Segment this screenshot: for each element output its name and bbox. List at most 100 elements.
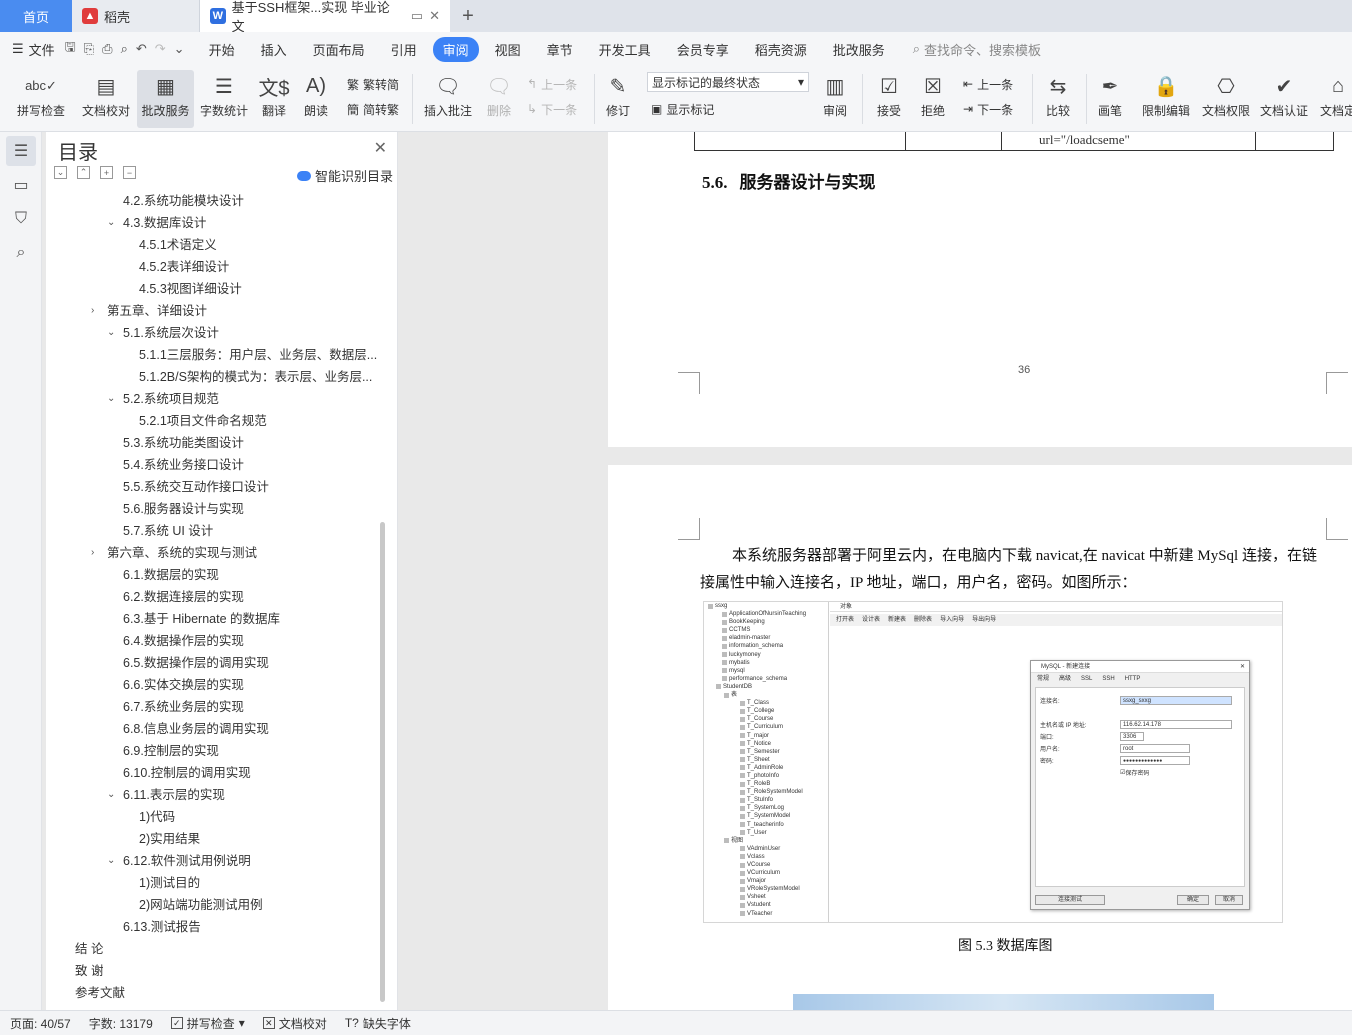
- chevron-down-icon[interactable]: ⌄: [107, 784, 115, 806]
- review-pane-button[interactable]: ▥ 审阅: [816, 70, 854, 128]
- chapter-nav-icon[interactable]: ▭: [6, 170, 36, 200]
- toc-item[interactable]: ⌄ 4.3.数据库设计: [46, 212, 382, 234]
- insert-comment-button[interactable]: 🗨 插入批注: [422, 70, 474, 128]
- menu-member[interactable]: 会员专享: [667, 37, 739, 62]
- toc-item[interactable]: 5.6.服务器设计与实现: [46, 498, 382, 520]
- track-changes-button[interactable]: ✎ 修订: [600, 70, 636, 128]
- delete-comment-button[interactable]: 🗨 删除: [480, 70, 518, 128]
- chevron-down-icon[interactable]: ⌄: [107, 212, 115, 234]
- simp-to-trad-button[interactable]: 簡 简转繁: [347, 98, 399, 120]
- toc-item[interactable]: 6.10.控制层的调用实现: [46, 762, 382, 784]
- menu-review[interactable]: 审阅: [432, 36, 479, 62]
- chevron-right-icon[interactable]: ›: [91, 300, 94, 322]
- menu-start[interactable]: 开始: [199, 37, 245, 62]
- preview-icon[interactable]: ⌕: [121, 41, 128, 57]
- menu-chapter[interactable]: 章节: [537, 37, 583, 62]
- menu-view[interactable]: 视图: [485, 37, 531, 62]
- next-change-button[interactable]: ⇥ 下一条: [963, 98, 1013, 120]
- toc-item[interactable]: 6.6.实体交换层的实现: [46, 674, 382, 696]
- toc-item[interactable]: 1)测试目的: [46, 872, 382, 894]
- toc-item[interactable]: 参考文献: [46, 982, 382, 1004]
- word-count-button[interactable]: ☰ 字数统计: [198, 70, 250, 128]
- missing-font-status[interactable]: T? 缺失字体: [345, 1015, 411, 1032]
- bookmark-icon[interactable]: ⛉: [6, 204, 36, 234]
- translate-button[interactable]: 文$ 翻译: [255, 70, 293, 128]
- toc-item[interactable]: › 第五章、详细设计: [46, 300, 382, 322]
- new-tab-button[interactable]: +: [450, 0, 486, 32]
- markup-state-select[interactable]: 显示标记的最终状态 ▾: [647, 72, 809, 92]
- toc-item[interactable]: 1)代码: [46, 806, 382, 828]
- undo-icon[interactable]: ↶: [136, 41, 147, 57]
- export-icon[interactable]: ⎘: [84, 41, 94, 57]
- toc-item[interactable]: ⌄ 6.11.表示层的实现: [46, 784, 382, 806]
- toc-item[interactable]: 结 论: [46, 938, 382, 960]
- restrict-edit-button[interactable]: 🔒 限制编辑: [1140, 70, 1192, 128]
- doc-proof-button[interactable]: ▤ 文档校对: [78, 70, 134, 128]
- collapse-all-icon[interactable]: ⌄: [54, 166, 67, 179]
- toc-item[interactable]: 6.1.数据层的实现: [46, 564, 382, 586]
- command-search[interactable]: ⌕ 查找命令、搜索模板: [913, 40, 1041, 59]
- pen-button[interactable]: ✒ 画笔: [1094, 70, 1126, 128]
- spellcheck-button[interactable]: abc✓ 拼写检查: [10, 70, 72, 128]
- chevron-down-icon[interactable]: ⌄: [107, 322, 115, 344]
- toc-item[interactable]: › 第六章、系统的实现与测试: [46, 542, 382, 564]
- body-paragraph[interactable]: 本系统服务器部署于阿里云内，在电脑内下载 navicat,在 navicat 中…: [700, 543, 1330, 597]
- toc-item[interactable]: 5.1.2B/S架构的模式为：表示层、业务层...: [46, 366, 382, 388]
- toc-item[interactable]: 6.4.数据操作层的实现: [46, 630, 382, 652]
- trad-to-simp-button[interactable]: 繁 繁转简: [347, 73, 399, 95]
- doc-proof-status[interactable]: ✕ 文档校对: [262, 1015, 327, 1032]
- redo-icon[interactable]: ↷: [155, 41, 166, 57]
- chevron-down-icon[interactable]: ⌄: [107, 850, 115, 872]
- toc-item[interactable]: 6.9.控制层的实现: [46, 740, 382, 762]
- close-icon[interactable]: ✕: [374, 138, 387, 158]
- more-icon[interactable]: ⌄: [174, 41, 185, 57]
- toc-scrollbar[interactable]: [380, 522, 385, 1002]
- toc-item[interactable]: 6.3.基于 Hibernate 的数据库: [46, 608, 382, 630]
- page-indicator[interactable]: 页面: 40/57: [10, 1015, 71, 1032]
- add-heading-icon[interactable]: +: [100, 166, 113, 179]
- toc-item[interactable]: 6.8.信息业务层的调用实现: [46, 718, 382, 740]
- menu-dev-tools[interactable]: 开发工具: [589, 37, 661, 62]
- menu-insert[interactable]: 插入: [251, 37, 297, 62]
- toc-item[interactable]: 6.5.数据操作层的调用实现: [46, 652, 382, 674]
- toc-item[interactable]: ⌄ 6.12.软件测试用例说明: [46, 850, 382, 872]
- doc-more-button[interactable]: ⌂ 文档定: [1318, 70, 1352, 128]
- doc-permission-button[interactable]: ⎔ 文档权限: [1200, 70, 1252, 128]
- toc-item[interactable]: 2)实用结果: [46, 828, 382, 850]
- toc-item[interactable]: 5.1.1三层服务：用户层、业务层、数据层...: [46, 344, 382, 366]
- menu-correction[interactable]: 批改服务: [823, 37, 895, 62]
- next-comment-button[interactable]: ↳ 下一条: [527, 98, 577, 120]
- chevron-down-icon[interactable]: ⌄: [107, 388, 115, 410]
- save-icon[interactable]: 🖫: [65, 38, 76, 60]
- menu-reference[interactable]: 引用: [381, 37, 427, 62]
- accept-button[interactable]: ☑ 接受: [870, 70, 908, 128]
- menu-page-layout[interactable]: 页面布局: [303, 37, 375, 62]
- smart-toc-button[interactable]: 智能识别目录: [296, 166, 393, 185]
- chevron-right-icon[interactable]: ›: [91, 542, 94, 564]
- toc-item[interactable]: 6.2.数据连接层的实现: [46, 586, 382, 608]
- menu-daoke-resources[interactable]: 稻壳资源: [745, 37, 817, 62]
- toc-item[interactable]: 6.7.系统业务层的实现: [46, 696, 382, 718]
- show-markup-button[interactable]: ▣ 显示标记: [651, 98, 714, 120]
- tab-home[interactable]: 首页: [0, 0, 72, 32]
- toc-item[interactable]: ⌄ 5.1.系统层次设计: [46, 322, 382, 344]
- toc-item[interactable]: ⌄ 5.2.系统项目规范: [46, 388, 382, 410]
- expand-all-icon[interactable]: ⌃: [77, 166, 90, 179]
- word-count-indicator[interactable]: 字数: 13179: [89, 1015, 153, 1032]
- spellcheck-status[interactable]: ✓ 拼写检查 ▾: [170, 1015, 245, 1032]
- toc-item[interactable]: 5.3.系统功能类图设计: [46, 432, 382, 454]
- prev-comment-button[interactable]: ↰ 上一条: [527, 73, 577, 95]
- correction-service-button[interactable]: ▦ 批改服务: [137, 70, 194, 128]
- toc-item[interactable]: 6.13.测试报告: [46, 916, 382, 938]
- reject-button[interactable]: ☒ 拒绝: [914, 70, 952, 128]
- toc-item[interactable]: 4.5.3视图详细设计: [46, 278, 382, 300]
- print-icon[interactable]: ⎙: [102, 41, 112, 57]
- toc-icon[interactable]: ☰: [6, 136, 36, 166]
- toc-item[interactable]: 5.2.1项目文件命名规范: [46, 410, 382, 432]
- toc-item[interactable]: 致 谢: [46, 960, 382, 982]
- toc-item[interactable]: 4.5.1术语定义: [46, 234, 382, 256]
- read-aloud-button[interactable]: A) 朗读: [298, 70, 334, 128]
- prev-change-button[interactable]: ⇤ 上一条: [963, 73, 1013, 95]
- restore-icon[interactable]: ▭: [411, 8, 423, 24]
- file-menu[interactable]: ☰ 文件: [12, 40, 55, 59]
